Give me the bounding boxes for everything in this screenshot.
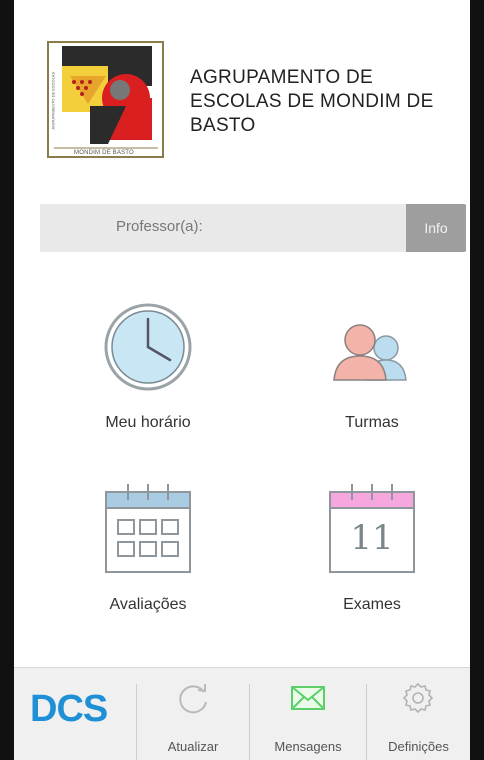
- calendar-grid-icon: [98, 482, 198, 578]
- tile-avaliacoes[interactable]: Avaliações: [48, 482, 248, 632]
- bottom-tab-bar: DCS Atualizar Mensagens Definições: [14, 667, 470, 760]
- tab-label: Mensagens: [274, 739, 342, 754]
- brand-logo: DCS: [14, 668, 136, 760]
- app-frame: MONDIM DE BASTO AGRUPAMENTO DE ESCOLAS A…: [0, 0, 484, 760]
- calendar-day-icon: 11: [322, 482, 422, 578]
- tab-atualizar[interactable]: Atualizar: [137, 668, 249, 760]
- gear-icon: [400, 680, 436, 716]
- brand-logo-text: DCS: [30, 688, 108, 730]
- tile-turmas[interactable]: Turmas: [272, 302, 472, 452]
- professor-label: Professor(a):: [116, 218, 203, 235]
- logo-caption: MONDIM DE BASTO: [74, 150, 134, 156]
- tile-label: Turmas: [345, 414, 399, 431]
- school-logo: MONDIM DE BASTO AGRUPAMENTO DE ESCOLAS: [40, 36, 170, 166]
- mail-icon: [290, 684, 326, 712]
- tab-label: Definições: [388, 739, 449, 754]
- tile-meu-horario[interactable]: Meu horário: [48, 302, 248, 452]
- info-button[interactable]: Info: [406, 204, 466, 252]
- tile-label: Avaliações: [109, 596, 187, 613]
- tile-label: Exames: [343, 596, 401, 613]
- school-name: AGRUPAMENTO DE ESCOLAS DE MONDIM DE BAST…: [190, 67, 434, 136]
- header: MONDIM DE BASTO AGRUPAMENTO DE ESCOLAS A…: [40, 36, 460, 166]
- calendar-day-number: 11: [350, 518, 394, 558]
- tab-label: Atualizar: [167, 739, 219, 754]
- refresh-icon: [174, 680, 212, 718]
- logo-side-text: AGRUPAMENTO DE ESCOLAS: [50, 71, 56, 130]
- tile-label: Meu horário: [105, 414, 191, 431]
- professor-bar: Professor(a): Info: [40, 204, 466, 252]
- clock-icon: [100, 302, 196, 392]
- users-icon: [322, 302, 422, 392]
- tile-exames[interactable]: 11 Exames: [272, 482, 472, 632]
- tab-mensagens[interactable]: Mensagens: [250, 668, 366, 760]
- tab-definicoes[interactable]: Definições: [367, 668, 470, 760]
